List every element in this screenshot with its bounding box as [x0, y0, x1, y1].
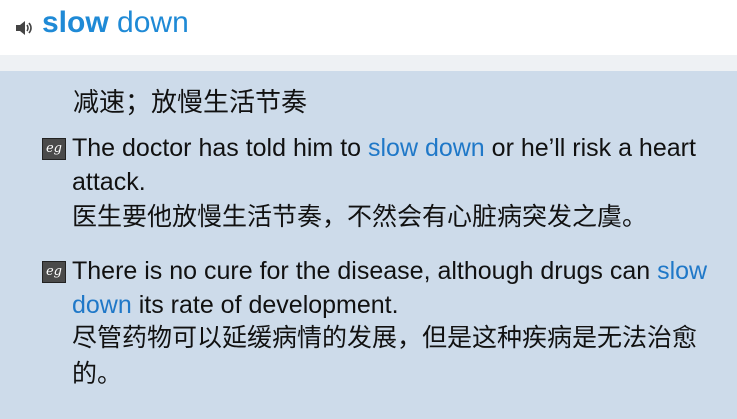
headword: slow down — [42, 6, 189, 40]
eg-icon: eg — [42, 261, 66, 283]
headword-part1: slow — [42, 6, 109, 39]
example-2-chinese: 尽管药物可以延缓病情的发展，但是这种疾病是无法治愈的。 — [72, 323, 698, 388]
entry-header: slow down — [0, 0, 737, 52]
meaning-text: 减速；放慢生活节奏 — [73, 88, 308, 118]
example-1-text-before: The doctor has told him to — [72, 134, 368, 162]
eg-icon: eg — [42, 138, 66, 160]
speaker-icon[interactable] — [14, 20, 34, 36]
example-1-english: The doctor has told him to slow down or … — [72, 131, 722, 199]
example-2-text-after: its rate of development. — [131, 291, 399, 319]
example-1-chinese: 医生要他放慢生活节奏，不然会有心脏病突发之虞。 — [72, 202, 648, 231]
example-2-english: There is no cure for the disease, althou… — [72, 254, 722, 322]
divider — [0, 55, 737, 71]
example-1-highlight: slow down — [367, 134, 485, 162]
example-2-text-before: There is no cure for the disease, althou… — [72, 257, 658, 285]
headword-part2: down — [117, 6, 189, 39]
